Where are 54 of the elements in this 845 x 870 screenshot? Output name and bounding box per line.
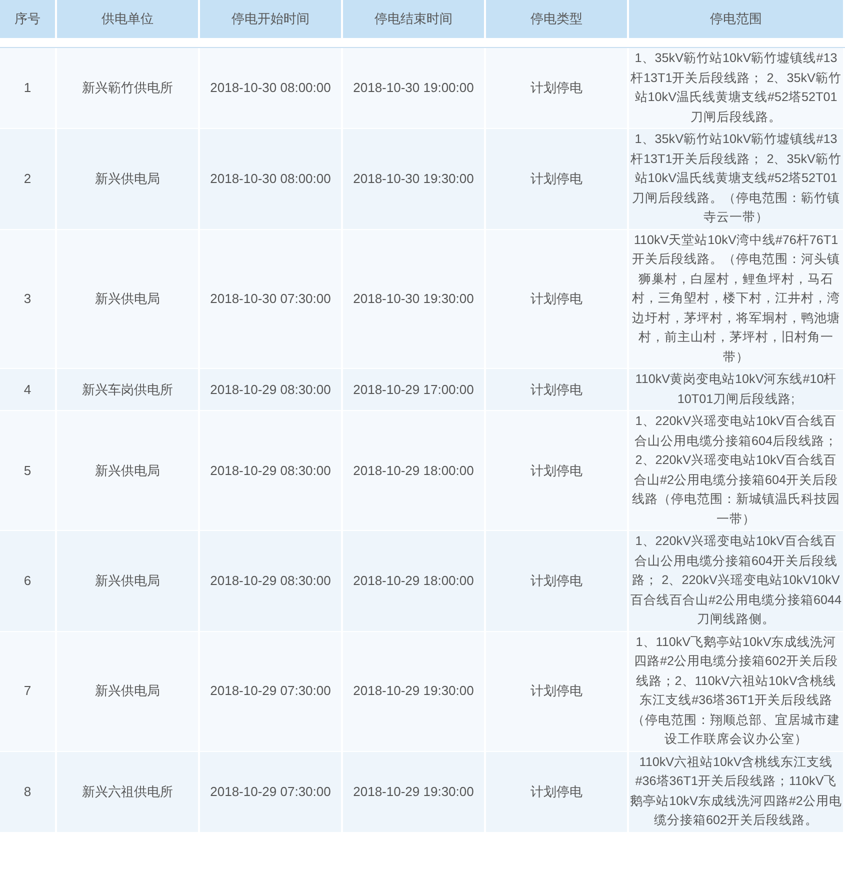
start-time-cell: 2018-10-29 07:30:00 [200, 632, 343, 750]
end-time-cell: 2018-10-29 18:00:00 [343, 411, 486, 530]
supply-unit-cell: 新兴供电局 [57, 411, 200, 530]
row-number-cell: 1 [0, 48, 57, 128]
supply-unit-cell: 新兴供电局 [57, 129, 200, 228]
outage-range-cell: 110kV天堂站10kV湾中线#76杆76T1开关后段线路。（停电范围：河头镇狮巢村，白屋村，鲤鱼坪村，马石村，三角塱村，楼下村，江井村，湾边圩村，茅坪村，将军垌村，鸭池塘村，前主山村，茅坪村，旧村角一带） [629, 230, 845, 368]
outage-type-cell: 计划停电 [486, 369, 629, 410]
start-time-cell: 2018-10-30 08:00:00 [200, 129, 343, 228]
outage-range-cell: 1、220kV兴瑶变电站10kV百合线百合山公用电缆分接箱604后段线路； 2、220kV兴瑶变电站10kV百合线百合山#2公用电缆分接箱604开关后段线路（停电范围：新城镇温氏科技园一带） [629, 411, 845, 530]
outage-type-cell: 计划停电 [486, 632, 629, 750]
row-number-cell: 4 [0, 369, 57, 410]
row-number-cell: 8 [0, 752, 57, 832]
start-time-cell: 2018-10-29 07:30:00 [200, 752, 343, 832]
supply-unit-cell: 新兴簕竹供电所 [57, 48, 200, 128]
start-time-cell: 2018-10-29 08:30:00 [200, 411, 343, 530]
outage-type-cell: 计划停电 [486, 752, 629, 832]
outage-type-cell: 计划停电 [486, 129, 629, 228]
row-number-cell: 3 [0, 230, 57, 368]
supply-unit-cell: 新兴供电局 [57, 632, 200, 750]
end-time-cell: 2018-10-30 19:30:00 [343, 129, 486, 228]
outage-range-cell: 1、220kV兴瑶变电站10kV百合线百合山公用电缆分接箱604开关后段线路； 2、220kV兴瑶变电站10kV10kV百合线百合山#2公用电缆分接箱6044刀闸线路侧。 [629, 531, 845, 630]
outage-range-cell: 1、35kV簕竹站10kV簕竹墟镇线#13杆13T1开关后段线路； 2、35kV簕竹站10kV温氏线黄塘支线#52塔52T01刀闸后段线路。（停电范围：簕竹镇寺云一带） [629, 129, 845, 228]
supply-unit-cell: 新兴六祖供电所 [57, 752, 200, 832]
outage-range-cell: 110kV六祖站10kV含桃线东江支线#36塔36T1开关后段线路；110kV飞鹅亭站10kV东成线洗河四路#2公用电缆分接箱602开关后段线路。 [629, 752, 845, 832]
outage-range-cell: 1、110kV飞鹅亭站10kV东成线洗河四路#2公用电缆分接箱602开关后段线路；2、110kV六祖站10kV含桃线东江支线#36塔36T1开关后段线路（停电范围：翔顺总部、宜居城市建设工作联席会议办公室） [629, 632, 845, 750]
outage-type-cell: 计划停电 [486, 48, 629, 128]
end-time-cell: 2018-10-30 19:30:00 [343, 230, 486, 368]
row-number-cell: 5 [0, 411, 57, 530]
outage-range-cell: 1、35kV簕竹站10kV簕竹墟镇线#13杆13T1开关后段线路； 2、35kV簕竹站10kV温氏线黄塘支线#52塔52T01刀闸后段线路。 [629, 48, 845, 128]
start-time-cell: 2018-10-29 08:30:00 [200, 369, 343, 410]
outage-type-cell: 计划停电 [486, 230, 629, 368]
end-time-cell: 2018-10-30 19:00:00 [343, 48, 486, 128]
end-time-cell: 2018-10-29 19:30:00 [343, 752, 486, 832]
row-number-cell: 2 [0, 129, 57, 228]
end-time-cell: 2018-10-29 19:30:00 [343, 632, 486, 750]
outage-type-cell: 计划停电 [486, 411, 629, 530]
column-header: 停电类型 [486, 0, 629, 38]
column-header: 序号 [0, 0, 57, 38]
start-time-cell: 2018-10-30 08:00:00 [200, 48, 343, 128]
end-time-cell: 2018-10-29 17:00:00 [343, 369, 486, 410]
row-number-cell: 6 [0, 531, 57, 630]
supply-unit-cell: 新兴供电局 [57, 230, 200, 368]
end-time-cell: 2018-10-29 18:00:00 [343, 531, 486, 630]
start-time-cell: 2018-10-30 07:30:00 [200, 230, 343, 368]
column-header: 停电范围 [629, 0, 845, 38]
outage-range-cell: 110kV黄岗变电站10kV河东线#10杆10T01刀闸后段线路; [629, 369, 845, 410]
row-number-cell: 7 [0, 632, 57, 750]
supply-unit-cell: 新兴车岗供电所 [57, 369, 200, 410]
column-header: 供电单位 [57, 0, 200, 38]
supply-unit-cell: 新兴供电局 [57, 531, 200, 630]
column-header: 停电结束时间 [343, 0, 486, 38]
outage-type-cell: 计划停电 [486, 531, 629, 630]
column-header: 停电开始时间 [200, 0, 343, 38]
start-time-cell: 2018-10-29 08:30:00 [200, 531, 343, 630]
